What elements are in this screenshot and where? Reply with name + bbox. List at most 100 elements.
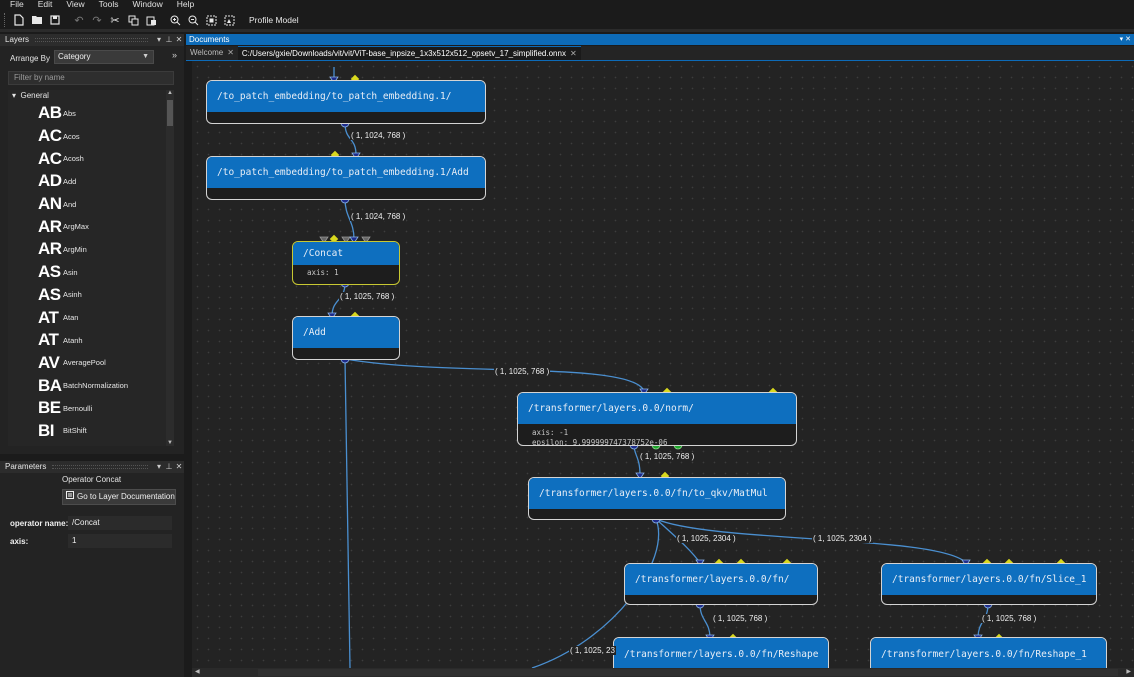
scrollbar-thumb[interactable] [167, 100, 173, 126]
arrange-by-select[interactable]: Category ▼ [54, 50, 154, 64]
main-toolbar: ↶ ↷ ✂ Profile Model [0, 10, 1134, 30]
scroll-left-icon[interactable]: ◀ [195, 668, 200, 675]
menu-edit[interactable]: Edit [38, 0, 53, 10]
layer-list-item[interactable]: AC Acosh [8, 147, 166, 170]
layer-list-item[interactable]: BA BatchNormalization [8, 374, 166, 397]
paste-icon[interactable] [143, 12, 159, 28]
graph-node[interactable]: /to_patch_embedding/to_patch_embedding.1… [206, 80, 486, 124]
layer-list-item[interactable]: AC Acos [8, 125, 166, 148]
node-title: /transformer/layers.0.0/fn/ [625, 564, 817, 595]
scroll-down-icon[interactable]: ▼ [166, 440, 174, 446]
save-icon[interactable] [47, 12, 63, 28]
layer-list-item[interactable]: BI [8, 442, 166, 446]
panel-grip[interactable] [35, 38, 148, 42]
redo-icon[interactable]: ↷ [89, 12, 105, 28]
fit-selection-icon[interactable] [221, 12, 237, 28]
graph-node-concat-selected[interactable]: /Concat axis: 1 [292, 241, 400, 285]
layer-tree: ▾ General AB Abs AC Acos AC Acosh AD Add AN And AR… [8, 90, 166, 446]
layer-list-item[interactable]: AT Atanh [8, 329, 166, 352]
menu-help[interactable]: Help [177, 0, 194, 10]
menu-file[interactable]: File [10, 0, 24, 10]
node-attribute: axis: 1 [307, 268, 339, 277]
layer-abbreviation: AT [38, 307, 59, 327]
new-file-icon[interactable] [11, 12, 27, 28]
parameters-panel-title: Parameters [5, 462, 47, 471]
tab-onnx-model[interactable]: C:/Users/gxie/Downloads/vit/vit/ViT-base… [237, 46, 581, 60]
scroll-right-icon[interactable]: ▶ [1126, 668, 1131, 675]
close-icon[interactable]: ✕ [174, 34, 184, 46]
profile-model-button[interactable]: Profile Model [249, 15, 299, 25]
node-title: /transformer/layers.0.0/fn/Reshape [614, 638, 828, 668]
node-title: /transformer/layers.0.0/fn/to_qkv/MatMul [529, 478, 785, 509]
layers-panel-title: Layers [5, 35, 30, 44]
close-tab-icon[interactable]: ✕ [227, 46, 234, 60]
layer-list-item[interactable]: AR ArgMin [8, 238, 166, 261]
layer-list-item[interactable]: AV AveragePool [8, 352, 166, 375]
documents-header: Documents ▾ ✕ [186, 34, 1134, 45]
layer-list-item[interactable]: BI BitShift [8, 420, 166, 443]
edge-label: ( 1, 1025, 2304 ) [812, 534, 873, 543]
layer-list-item[interactable]: AS Asin [8, 261, 166, 284]
layer-abbreviation: BI [38, 420, 55, 440]
layer-list-item[interactable]: AS Asinh [8, 284, 166, 307]
layer-list-item[interactable]: AT Atan [8, 306, 166, 329]
pin-icon[interactable]: ⊥ [164, 34, 174, 46]
canvas-horizontal-scrollbar[interactable]: ◀ ▶ [192, 668, 1134, 677]
zoom-out-icon[interactable] [185, 12, 201, 28]
menu-view[interactable]: View [66, 0, 84, 10]
node-title: /to_patch_embedding/to_patch_embedding.1… [207, 157, 485, 188]
graph-node[interactable]: /transformer/layers.0.0/norm/ axis: -1 e… [517, 392, 797, 446]
layer-list-item[interactable]: AR ArgMax [8, 215, 166, 238]
fit-view-icon[interactable] [203, 12, 219, 28]
arrange-row: Arrange By Category ▼ » [0, 48, 184, 68]
graph-node[interactable]: /transformer/layers.0.0/fn/Slice_1 [881, 563, 1097, 605]
undo-icon[interactable]: ↶ [71, 12, 87, 28]
param-label: operator name: [10, 518, 69, 528]
axis-field[interactable]: 1 [68, 534, 172, 548]
tree-category-general[interactable]: ▾ General [8, 90, 166, 102]
layer-list-item[interactable]: BE Bernoulli [8, 397, 166, 420]
menu-tools[interactable]: Tools [99, 0, 119, 10]
toolbar-handle[interactable] [4, 13, 7, 27]
layer-name: Atan [63, 313, 79, 323]
tree-category-label: General [20, 91, 49, 100]
layer-abbreviation: AR [38, 239, 62, 259]
menu-window[interactable]: Window [132, 0, 162, 10]
close-tab-icon[interactable]: ✕ [570, 47, 577, 60]
collapse-panel-icon[interactable]: » [172, 50, 177, 60]
layer-tree-scrollbar[interactable]: ▲ ▼ [166, 90, 174, 446]
graph-canvas[interactable]: /to_patch_embedding/to_patch_embedding.1… [192, 61, 1134, 668]
scrollbar-thumb[interactable] [258, 669, 1118, 676]
panel-menu-icon[interactable]: ▾ [154, 34, 164, 46]
node-title: /transformer/layers.0.0/fn/Reshape_1 [871, 638, 1106, 668]
open-folder-icon[interactable] [29, 12, 45, 28]
cut-icon[interactable]: ✂ [107, 12, 123, 28]
tab-welcome[interactable]: Welcome ✕ [186, 46, 238, 60]
operator-name-field[interactable]: /Concat [68, 516, 172, 530]
graph-node[interactable]: /transformer/layers.0.0/fn/Reshape_1 [870, 637, 1107, 668]
graph-node[interactable]: /transformer/layers.0.0/fn/to_qkv/MatMul [528, 477, 786, 520]
layer-list-item[interactable]: AN And [8, 193, 166, 216]
toolbar-divider [0, 29, 1134, 32]
filter-placeholder: Filter by name [14, 73, 65, 82]
graph-node[interactable]: /transformer/layers.0.0/fn/ [624, 563, 818, 605]
zoom-in-icon[interactable] [167, 12, 183, 28]
layer-list-item[interactable]: AD Add [8, 170, 166, 193]
panel-menu-icon[interactable]: ▾ [154, 461, 164, 473]
tab-label: Welcome [190, 48, 224, 57]
pin-icon[interactable]: ⊥ [164, 461, 174, 473]
graph-node[interactable]: /Add [292, 316, 400, 360]
documents-controls-icon[interactable]: ▾ ✕ [1120, 34, 1131, 45]
layer-documentation-button[interactable]: Go to Layer Documentation [62, 489, 176, 505]
scroll-up-icon[interactable]: ▲ [166, 90, 174, 96]
expand-arrow-icon[interactable]: ▾ [12, 91, 16, 100]
layer-list-item[interactable]: AB Abs [8, 102, 166, 125]
node-title: /transformer/layers.0.0/norm/ [518, 393, 796, 424]
copy-icon[interactable] [125, 12, 141, 28]
panel-grip[interactable] [52, 465, 148, 469]
close-icon[interactable]: ✕ [174, 461, 184, 473]
filter-input[interactable]: Filter by name [8, 71, 174, 85]
graph-node[interactable]: /transformer/layers.0.0/fn/Reshape [613, 637, 829, 668]
layer-abbreviation: AC [38, 126, 62, 146]
graph-node[interactable]: /to_patch_embedding/to_patch_embedding.1… [206, 156, 486, 200]
